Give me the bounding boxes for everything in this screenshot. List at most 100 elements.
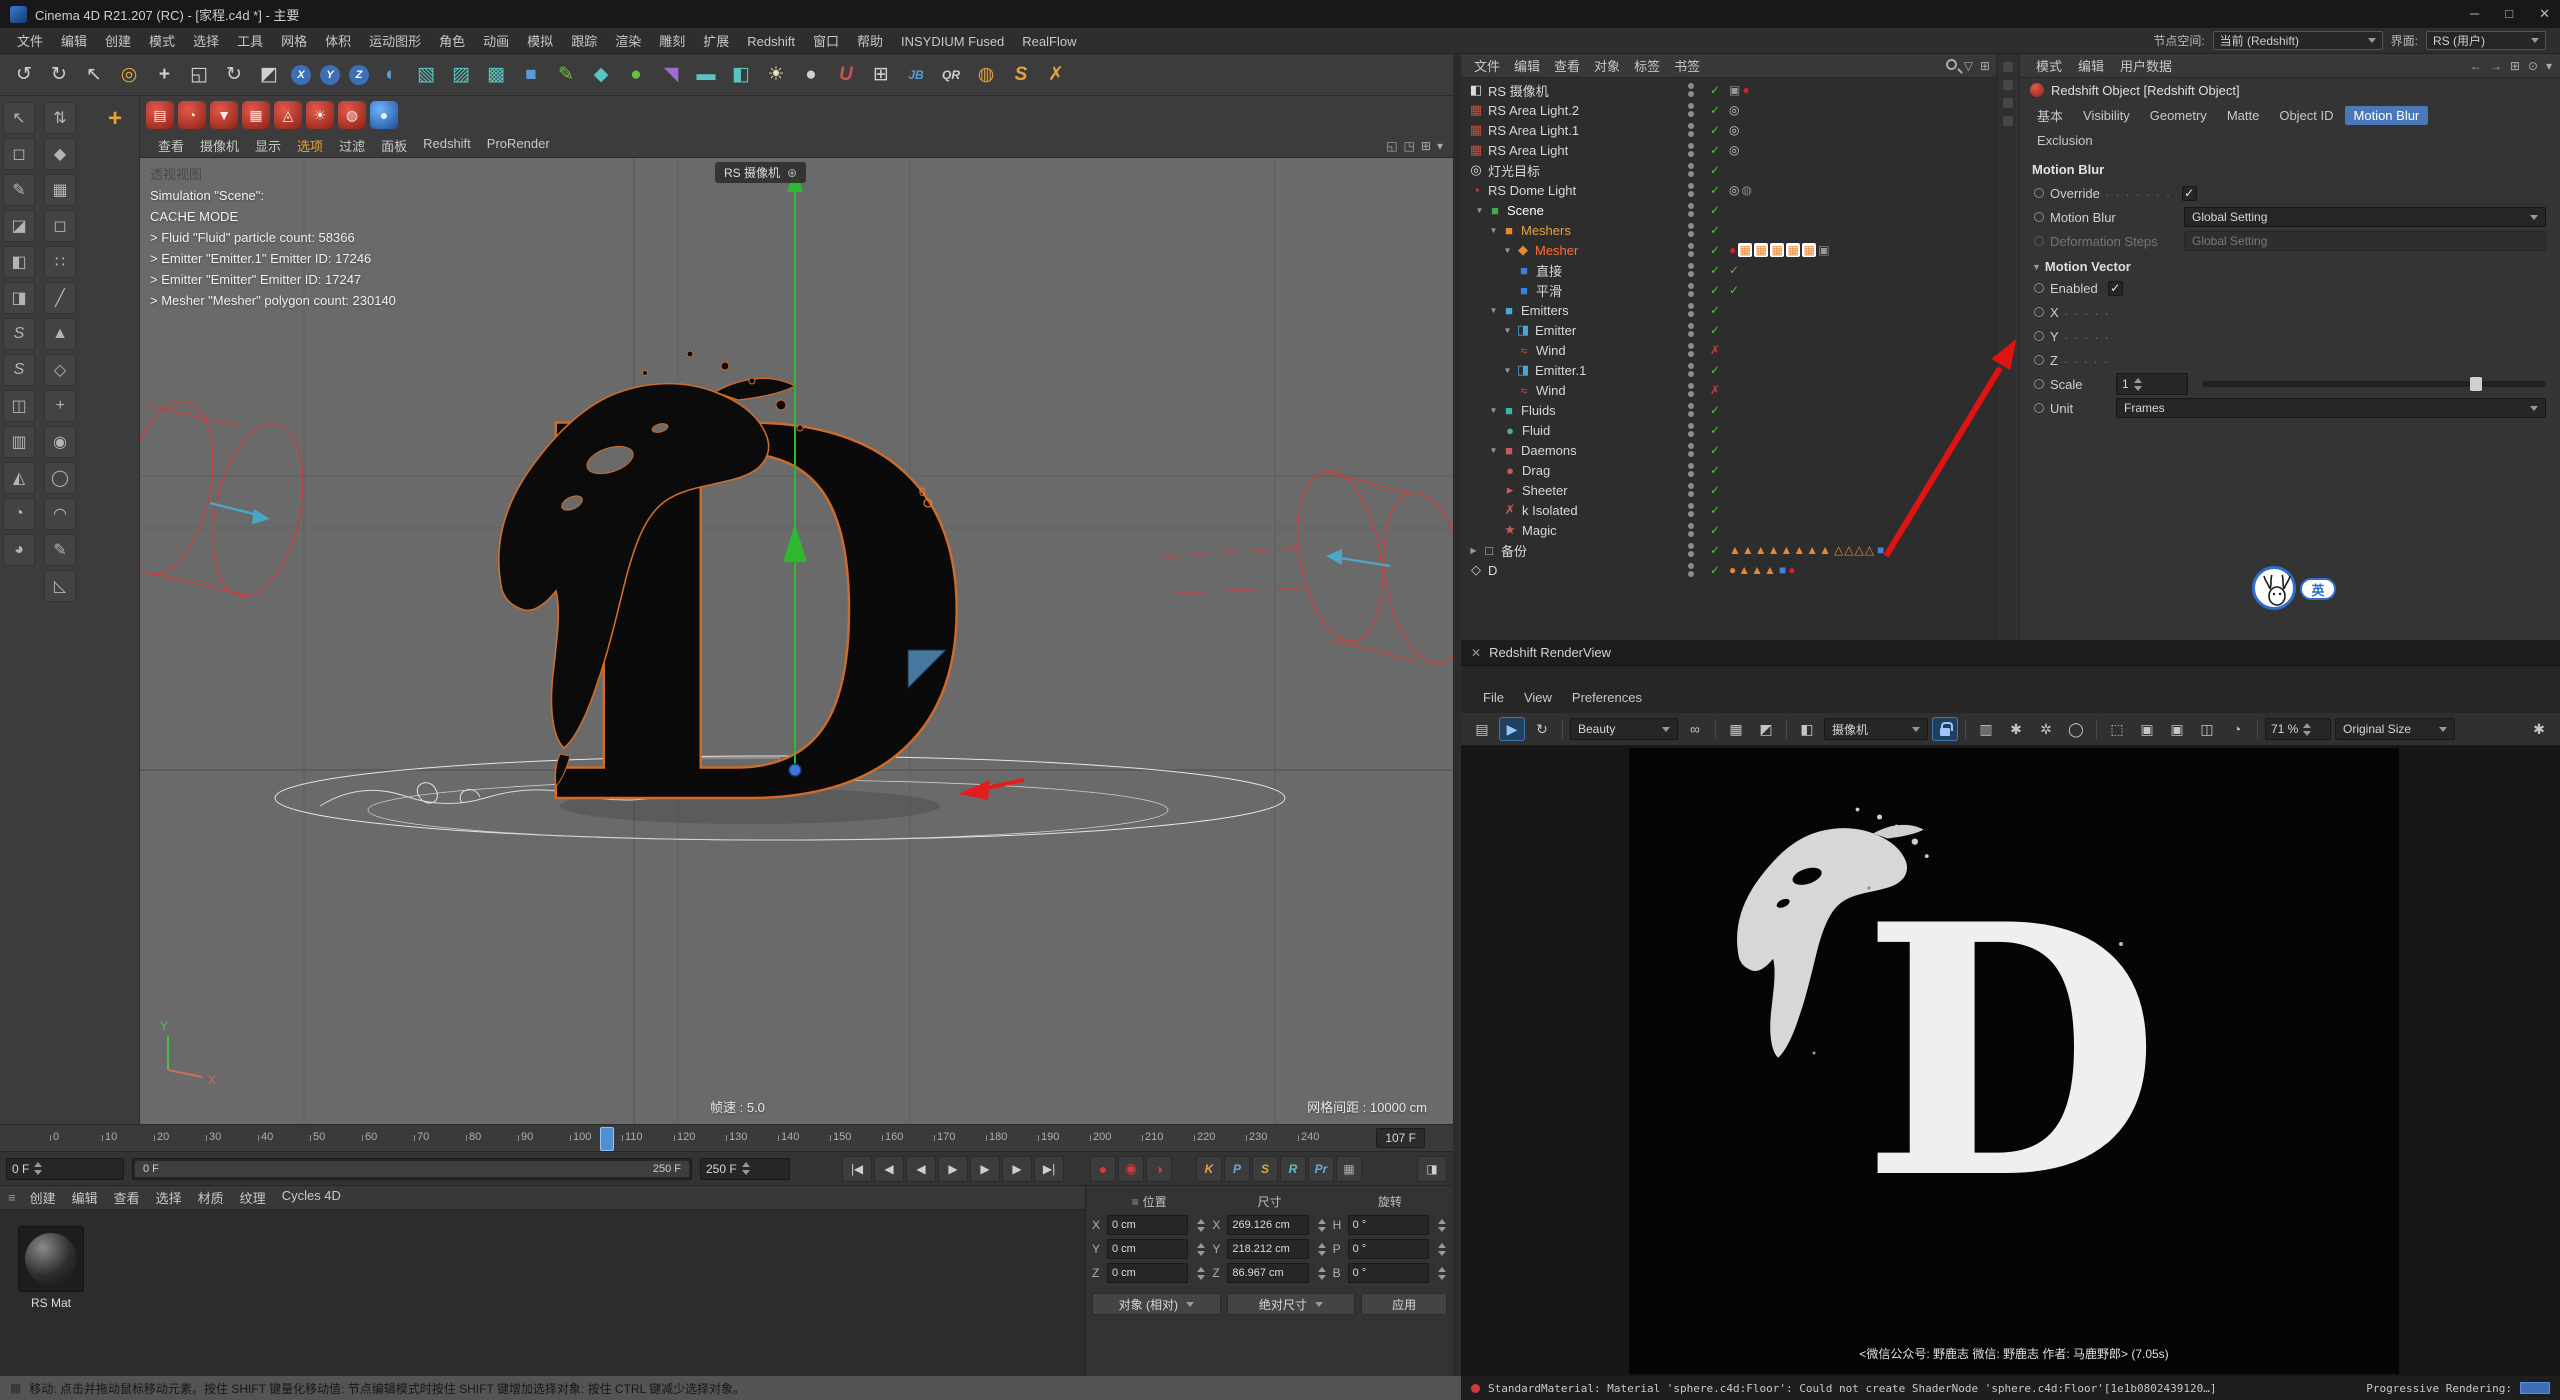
snap-mode-icon[interactable]: ◉ [44,426,76,458]
visibility-dots[interactable] [1687,343,1695,357]
visibility-dots[interactable] [1687,563,1695,577]
attribute-menu-item[interactable]: 编辑 [2070,56,2112,75]
menu-item[interactable]: 运动图形 [360,34,430,49]
viewport-menu-item[interactable]: ProRender [479,136,558,155]
attribute-tab[interactable]: Motion Blur [2345,106,2429,125]
visibility-dots[interactable] [1687,363,1695,377]
play-button[interactable]: ▶ [938,1156,968,1182]
next-key-button[interactable]: ▶ [1002,1156,1032,1182]
object-row[interactable]: ▦RS Area Light.1✓◎ [1461,120,1996,140]
unit-dropdown[interactable]: Frames [2116,398,2546,418]
rotate-icon[interactable]: ↻ [218,59,250,91]
anim-dot-icon[interactable] [2034,403,2044,413]
viewport-menu-item[interactable]: 面板 [373,136,415,155]
object-row[interactable]: ■直接✓✓ [1461,260,1996,280]
material-menu-item[interactable]: 选择 [148,1188,190,1207]
expand-caret-icon[interactable]: ▼ [1501,246,1514,255]
visibility-dots[interactable] [1687,443,1695,457]
expand-caret-icon[interactable]: ▼ [1501,366,1514,375]
live-selection-icon[interactable]: ◎ [113,59,145,91]
menu-item[interactable]: INSYDIUM Fused [892,34,1013,49]
attribute-tab[interactable]: Geometry [2141,106,2216,125]
menu-item[interactable]: 体积 [316,34,360,49]
rs-spot-light-icon[interactable]: ◬ [274,101,302,129]
texture-tag-icon[interactable]: ▦ [1754,243,1768,257]
enabled-icon[interactable]: ✓ [1707,83,1723,97]
smooth-tool-icon[interactable]: S [3,354,35,386]
size-z-field[interactable]: 86.967 cm [1227,1263,1308,1283]
light-icon[interactable]: ☀ [760,59,792,91]
size-mode-dropdown[interactable]: 绝对尺寸 [1227,1293,1356,1315]
expand-caret-icon[interactable]: ▼ [1473,206,1486,215]
material-menu-item[interactable]: 纹理 [232,1188,274,1207]
rs-ies-light-icon[interactable]: ▼ [210,101,238,129]
grid-icon[interactable]: ▦ [1723,717,1749,741]
position-track-toggle[interactable]: P [1224,1156,1250,1182]
parameter-track-toggle[interactable]: Pr [1308,1156,1334,1182]
object-row[interactable]: ■平滑✓✓ [1461,280,1996,300]
enable-tag-icon[interactable]: ✓ [1729,283,1739,297]
object-row-selected[interactable]: ▼◆Mesher✓ ●▦▦▦▦▦▣ [1461,240,1996,260]
select-tool-icon[interactable]: ↖ [3,102,35,134]
attribute-tab[interactable]: 基本 [2028,104,2072,127]
object-row[interactable]: ◔RS Dome Light✓◎◍ [1461,180,1996,200]
uv-mode-icon[interactable]: ◇ [44,354,76,386]
maximize-button[interactable]: □ [2505,6,2513,22]
redo-icon[interactable]: ↻ [43,59,75,91]
model-mode-icon[interactable]: ◆ [44,138,76,170]
visibility-dots[interactable] [1687,223,1695,237]
visibility-dots[interactable] [1687,483,1695,497]
light-tag-icon[interactable]: ◎ [1729,143,1739,157]
light-tag-icon[interactable]: ◎ [1729,183,1739,197]
timeline-ruler[interactable]: 0102030405060708090100110120130140150160… [0,1124,1453,1152]
primitive-cube-icon[interactable]: ■ [515,59,547,91]
point-mode-icon[interactable]: ∷ [44,246,76,278]
menu-item[interactable]: 窗口 [804,34,848,49]
renderview-menu-item[interactable]: View [1514,690,1562,705]
timeline-options-button[interactable]: ◨ [1417,1156,1447,1182]
scale-slider[interactable] [2202,381,2546,387]
object-menu-item[interactable]: 书签 [1667,56,1707,75]
enable-tag-icon[interactable]: ✓ [1729,263,1739,277]
subdivision-surface-icon[interactable]: ◆ [585,59,617,91]
history-back-icon[interactable]: ← [2470,59,2482,73]
translate-button[interactable]: 英 [2300,578,2336,600]
rs-sun-light-icon[interactable]: ☀ [306,101,334,129]
visibility-dots[interactable] [1687,523,1695,537]
rs-ambient-light-icon[interactable]: ◍ [338,101,366,129]
object-row[interactable]: ◇D✓ ●▲▲▲■● [1461,560,1996,580]
menu-item[interactable]: 创建 [96,34,140,49]
motion-blur-dropdown[interactable]: Global Setting [2184,207,2546,227]
object-row[interactable]: ●Fluid✓ [1461,420,1996,440]
menu-item[interactable]: 编辑 [52,34,96,49]
spinner[interactable] [34,1160,43,1178]
object-row[interactable]: ◎灯光目标✓ [1461,160,1996,180]
workplane-icon[interactable]: ⊞ [865,59,897,91]
bucket-render-icon[interactable]: ◫ [2194,717,2220,741]
object-row[interactable]: ▼■Scene✓ [1461,200,1996,220]
menu-item[interactable]: 跟踪 [562,34,606,49]
visibility-dots[interactable] [1687,323,1695,337]
menu-item[interactable]: 角色 [430,34,474,49]
go-to-end-button[interactable]: ▶| [1034,1156,1064,1182]
collapse-caret-icon[interactable]: ▼ [2032,262,2041,272]
object-row[interactable]: ▶□备份✓ ▲▲▲▲▲▲▲▲△△△△■● [1461,540,1996,560]
preview-range-slider[interactable]: 0 F250 F [132,1158,692,1180]
undo-icon[interactable]: ↺ [8,59,40,91]
visibility-dots[interactable] [1687,243,1695,257]
xparticles-icon[interactable]: ✗ [1040,59,1072,91]
light-tag-icon[interactable]: ◎ [1729,123,1739,137]
viewport-menu-item[interactable]: 过滤 [331,136,373,155]
object-menu-item[interactable]: 文件 [1467,56,1507,75]
expand-caret-icon[interactable]: ▼ [1487,446,1500,455]
redshift-globe-icon[interactable]: ◍ [970,59,1002,91]
visibility-dots[interactable] [1687,383,1695,397]
visibility-dots[interactable] [1687,463,1695,477]
object-menu-item[interactable]: 编辑 [1507,56,1547,75]
texture-tag-icon[interactable]: ▦ [1738,243,1752,257]
constraint-tag-icon[interactable]: ■ [1779,563,1786,577]
close-button[interactable]: ✕ [2539,6,2550,22]
object-row[interactable]: ★Magic✓ [1461,520,1996,540]
start-ipr-button[interactable]: ▶ [1499,717,1525,741]
object-origin-handle[interactable] [789,764,801,776]
